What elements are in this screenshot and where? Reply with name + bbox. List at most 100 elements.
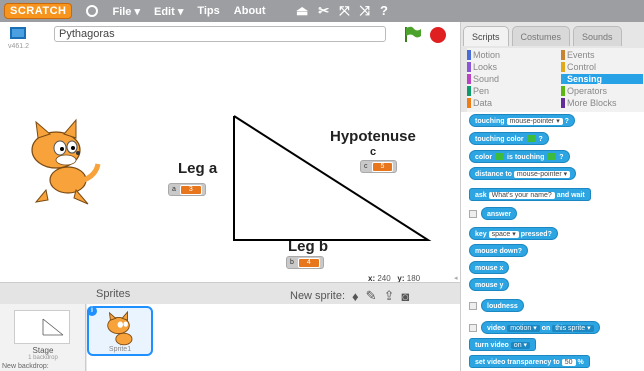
monitor-c[interactable]: c 5 <box>360 160 398 173</box>
monitor-b-value: 4 <box>297 257 320 268</box>
monitor-a[interactable]: a 3 <box>168 183 206 196</box>
touching-target-dropdown[interactable]: mouse-pointer ▾ <box>506 118 563 125</box>
block-touching-color-q: ? <box>538 136 543 143</box>
block-touching[interactable]: touching mouse-pointer ▾ ? <box>469 114 575 127</box>
loudness-checkbox[interactable] <box>469 302 477 310</box>
leg-a-label: Leg a <box>178 160 218 177</box>
block-on-text: on <box>541 325 551 332</box>
block-distance-to-text: distance to <box>475 171 512 178</box>
leg-b-label: Leg b <box>288 238 328 255</box>
language-globe-icon[interactable] <box>86 5 99 17</box>
block-key-text: key <box>475 231 487 238</box>
choose-sprite-icon[interactable]: ♦ <box>352 289 359 304</box>
block-pressed-text: pressed? <box>520 231 552 238</box>
shrink-icon[interactable]: ⤨ <box>360 3 370 19</box>
ask-question-input[interactable]: What's your name? <box>488 192 555 199</box>
scratch-logo[interactable]: SCRATCH <box>4 3 73 19</box>
color-swatch-1[interactable] <box>496 153 504 160</box>
stage-thumbnail[interactable] <box>14 310 70 344</box>
sprite1-card[interactable]: i Sprite1 <box>87 306 153 356</box>
block-and-wait-text: and wait <box>556 192 585 199</box>
sprite1-label: Sprite1 <box>108 346 132 353</box>
help-icon[interactable]: ? <box>380 3 388 19</box>
video-attribute-dropdown[interactable]: motion ▾ <box>507 325 540 332</box>
monitor-b[interactable]: b 4 <box>286 256 324 269</box>
stage-backdrop-count: 1 backdrop <box>28 355 58 361</box>
tab-costumes[interactable]: Costumes <box>511 26 571 46</box>
category-operators[interactable]: Operators <box>561 86 643 96</box>
sprites-panel: Sprites New sprite: ♦ ✎ ⇪ ◙ Stage 1 back… <box>0 282 460 371</box>
block-answer[interactable]: answer <box>481 207 518 220</box>
tab-scripts[interactable]: Scripts <box>463 26 509 46</box>
sprites-title: Sprites <box>96 288 131 300</box>
camera-icon[interactable]: ◙ <box>401 289 409 304</box>
grow-icon[interactable]: ⤧ <box>339 3 349 19</box>
category-data[interactable]: Data <box>467 98 549 108</box>
color-swatch-2[interactable] <box>548 153 556 160</box>
video-checkbox[interactable] <box>469 324 477 332</box>
about-menu[interactable]: About <box>234 5 266 17</box>
monitor-a-name: a <box>172 186 176 193</box>
block-set-video-transparency[interactable]: set video transparency to 50 % <box>469 355 590 368</box>
block-color-touching-q: ? <box>559 154 564 161</box>
green-flag-icon[interactable] <box>402 25 422 43</box>
block-mouse-y[interactable]: mouse y <box>469 278 510 291</box>
block-ask-and-wait[interactable]: ask What's your name? and wait <box>469 188 591 201</box>
block-touching-color[interactable]: touching color ? <box>469 132 549 145</box>
block-touching-q: ? <box>564 118 569 125</box>
block-mouse-down[interactable]: mouse down? <box>469 244 529 257</box>
hypotenuse-label: Hypotenuse <box>330 128 416 145</box>
block-video-motion[interactable]: video motion ▾ on this sprite ▾ <box>481 321 600 334</box>
blocks-panel: Scripts Costumes Sounds Motion Looks Sou… <box>460 22 644 371</box>
tips-menu[interactable]: Tips <box>197 5 219 17</box>
file-menu[interactable]: File ▾ <box>112 5 140 18</box>
c-label: c <box>370 146 377 158</box>
tab-sounds[interactable]: Sounds <box>573 26 622 46</box>
turn-video-dropdown[interactable]: on ▾ <box>510 342 531 349</box>
monitor-c-name: c <box>364 163 368 170</box>
category-sensing[interactable]: Sensing <box>561 74 643 84</box>
category-more-blocks[interactable]: More Blocks <box>561 98 643 108</box>
editor-tabs: Scripts Costumes Sounds <box>463 26 622 46</box>
project-name-field[interactable]: Pythagoras <box>54 26 386 42</box>
category-motion[interactable]: Motion <box>467 50 549 60</box>
block-key-pressed[interactable]: key space ▾ pressed? <box>469 227 558 240</box>
block-is-touching-text: is touching <box>507 154 545 161</box>
block-turn-video[interactable]: turn video on ▾ <box>469 338 537 351</box>
transparency-input[interactable]: 50 <box>561 359 576 366</box>
block-mouse-x[interactable]: mouse x <box>469 261 510 274</box>
menu-bar: SCRATCH File ▾ Edit ▾ Tips About ⏏ ✂ ⤧ ⤨… <box>0 0 644 22</box>
block-loudness[interactable]: loudness <box>481 299 524 312</box>
category-pen[interactable]: Pen <box>467 86 549 96</box>
stop-icon[interactable] <box>430 27 446 43</box>
duplicate-icon[interactable]: ⏏ <box>296 3 308 19</box>
cut-icon[interactable]: ✂ <box>318 3 329 19</box>
video-target-dropdown[interactable]: this sprite ▾ <box>552 325 594 332</box>
stage-thumbnail-column: Stage 1 backdrop <box>0 304 86 371</box>
answer-checkbox[interactable] <box>469 210 477 218</box>
category-sound[interactable]: Sound <box>467 74 549 84</box>
monitor-a-value: 3 <box>179 184 202 195</box>
category-looks[interactable]: Looks <box>467 62 549 72</box>
paint-sprite-icon[interactable]: ✎ <box>366 288 377 304</box>
upload-sprite-icon[interactable]: ⇪ <box>384 288 395 304</box>
stage[interactable]: Leg a Hypotenuse c Leg b a 3 c 5 b 4 <box>8 50 457 272</box>
stage-header: v461.2 Pythagoras <box>0 22 460 50</box>
key-dropdown[interactable]: space ▾ <box>488 231 519 238</box>
stage-label: Stage <box>32 346 54 355</box>
block-percent-text: % <box>577 359 584 366</box>
color-swatch[interactable] <box>527 135 535 142</box>
monitor-b-name: b <box>290 259 294 266</box>
distance-target-dropdown[interactable]: mouse-pointer ▾ <box>513 171 571 178</box>
version-label: v461.2 <box>8 43 30 50</box>
edit-menu[interactable]: Edit ▾ <box>154 5 183 18</box>
sprite1-thumbnail <box>107 310 133 346</box>
block-distance-to[interactable]: distance to mouse-pointer ▾ <box>469 167 577 180</box>
sprites-header: Sprites New sprite: ♦ ✎ ⇪ ◙ <box>0 282 460 304</box>
fullscreen-icon[interactable] <box>10 27 26 39</box>
category-control[interactable]: Control <box>561 62 643 72</box>
block-set-transparency-text: set video transparency to <box>475 359 560 366</box>
category-events[interactable]: Events <box>561 50 643 60</box>
block-video-text: video <box>487 325 506 332</box>
block-color-touching[interactable]: color is touching ? <box>469 150 570 163</box>
